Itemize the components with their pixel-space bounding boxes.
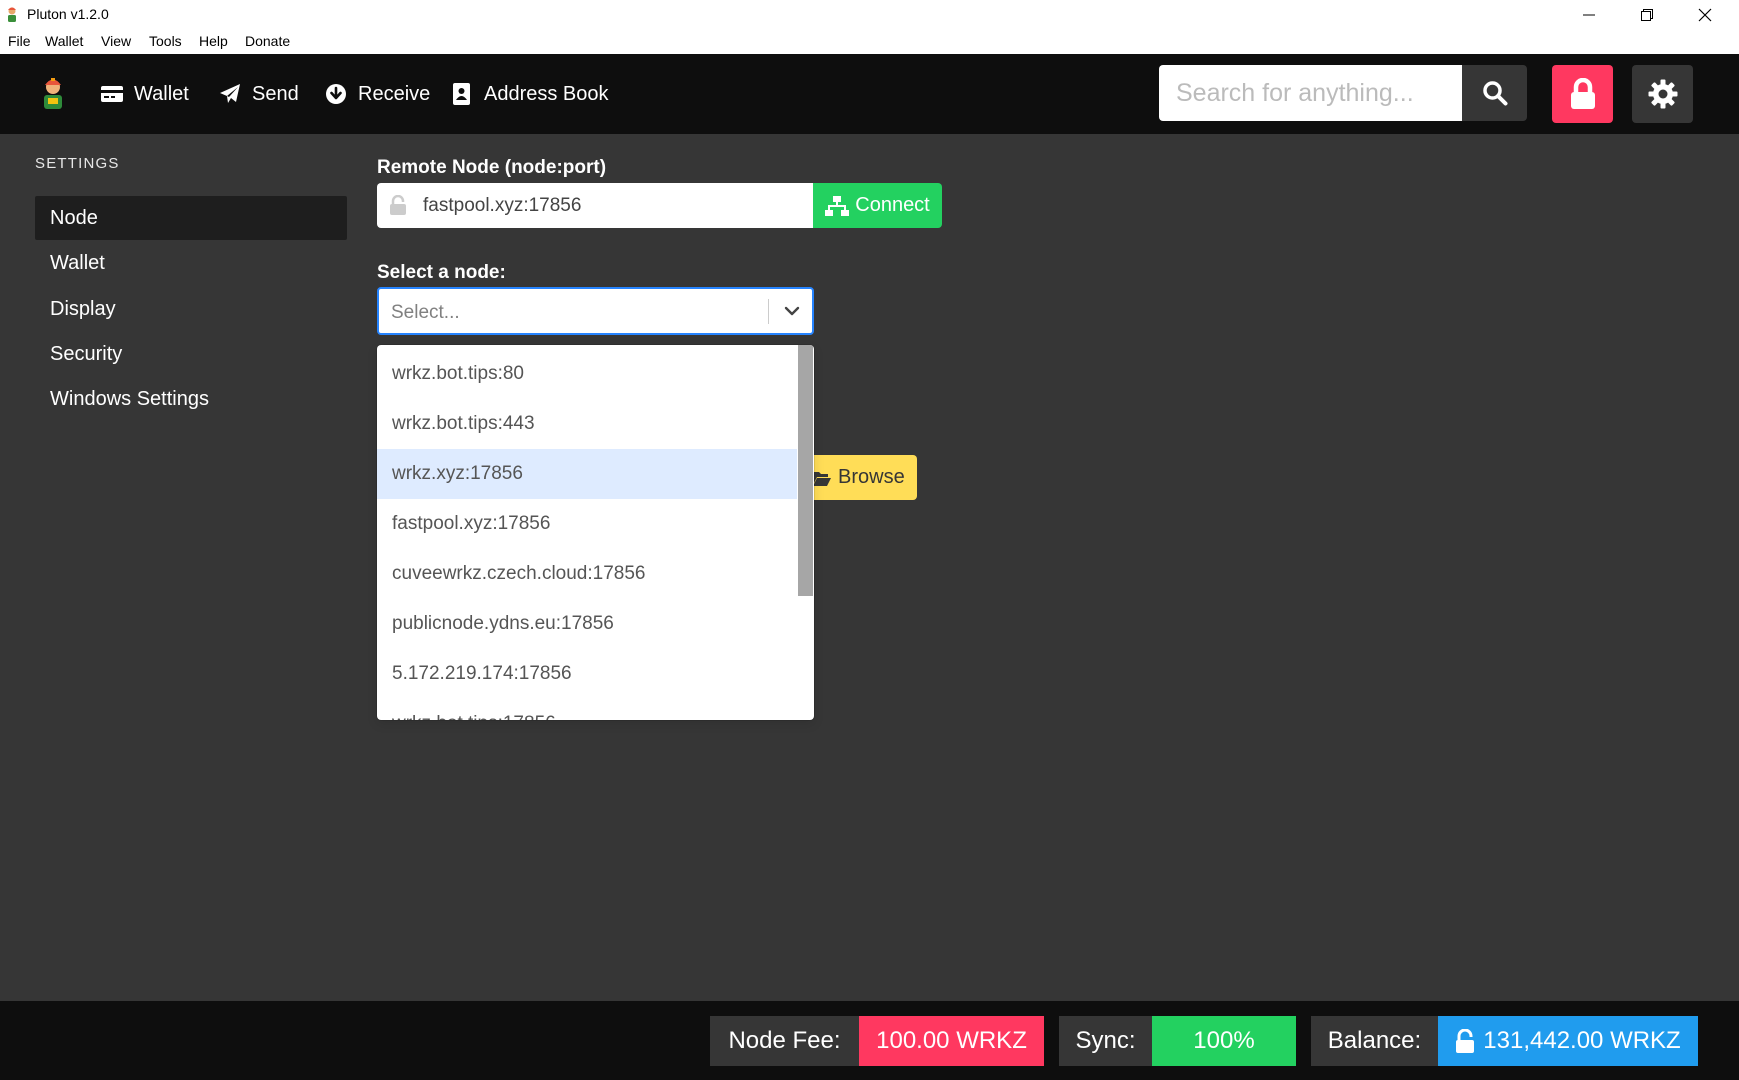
- browse-button[interactable]: Browse: [803, 455, 917, 500]
- connect-label: Connect: [855, 194, 930, 216]
- settings-button[interactable]: [1632, 65, 1693, 123]
- node-fee-value: 100.00 WRKZ: [859, 1016, 1044, 1066]
- select-node-label: Select a node:: [377, 262, 506, 283]
- sidebar-item-display[interactable]: Display: [35, 287, 347, 331]
- node-dropdown-menu: wrkz.bot.tips:80 wrkz.bot.tips:443 wrkz.…: [377, 345, 814, 720]
- sidebar-item-label: Wallet: [50, 251, 105, 274]
- unlock-icon: [390, 195, 406, 215]
- nav-receive-label: Receive: [358, 82, 431, 105]
- sidebar-item-label: Windows Settings: [50, 387, 209, 410]
- sidebar-item-wallet[interactable]: Wallet: [35, 241, 347, 285]
- title-bar: Pluton v1.2.0: [0, 0, 1739, 29]
- node-options-list: wrkz.bot.tips:80 wrkz.bot.tips:443 wrkz.…: [377, 349, 797, 720]
- nav-address-book[interactable]: Address Book: [451, 80, 609, 108]
- sidebar-item-label: Node: [50, 206, 98, 229]
- arrow-circle-down-icon: [326, 84, 346, 104]
- node-option[interactable]: wrkz.bot.tips:17856: [377, 699, 797, 720]
- sidebar-item-label: Display: [50, 297, 116, 320]
- address-book-icon: [453, 83, 470, 105]
- menu-wallet[interactable]: Wallet: [45, 33, 83, 49]
- nav-wallet[interactable]: Wallet: [101, 80, 189, 108]
- chevron-down-icon[interactable]: [782, 301, 802, 321]
- lock-wallet-button[interactable]: [1552, 65, 1613, 123]
- nav-receive[interactable]: Receive: [325, 80, 430, 108]
- app-icon: [8, 7, 16, 22]
- credit-card-icon: [101, 86, 123, 102]
- node-option[interactable]: publicnode.ydns.eu:17856: [377, 599, 797, 649]
- folder-open-icon: [813, 471, 831, 486]
- nav-send-label: Send: [252, 82, 299, 105]
- sidebar-item-security[interactable]: Security: [35, 332, 347, 376]
- node-option[interactable]: wrkz.xyz:17856: [377, 449, 797, 499]
- balance-label: Balance:: [1311, 1016, 1438, 1066]
- close-button[interactable]: [1676, 0, 1734, 29]
- select-placeholder: Select...: [391, 302, 460, 323]
- status-footer: Node Fee: 100.00 WRKZ Sync: 100% Balance…: [0, 1001, 1739, 1080]
- remote-node-input[interactable]: [423, 183, 803, 228]
- restore-icon: [1641, 8, 1653, 21]
- sync-value: 100%: [1152, 1016, 1296, 1066]
- search-button[interactable]: [1462, 65, 1527, 121]
- navbar: Wallet Send Receive Address Book: [0, 54, 1739, 134]
- nav-wallet-label: Wallet: [134, 82, 189, 105]
- restore-button[interactable]: [1618, 0, 1676, 29]
- node-option[interactable]: fastpool.xyz:17856: [377, 499, 797, 549]
- menu-file[interactable]: File: [8, 33, 31, 49]
- paper-plane-icon: [220, 84, 240, 103]
- browse-label: Browse: [838, 466, 905, 488]
- node-fee-label: Node Fee:: [710, 1016, 859, 1066]
- search-icon: [1482, 81, 1507, 106]
- menu-tools[interactable]: Tools: [149, 33, 182, 49]
- nav-send[interactable]: Send: [219, 80, 299, 108]
- sidebar-item-label: Security: [50, 342, 123, 365]
- unlock-icon: [1456, 1029, 1475, 1053]
- network-icon: [825, 195, 850, 216]
- balance-value: 131,442.00 WRKZ: [1438, 1016, 1698, 1066]
- node-select[interactable]: Select...: [377, 287, 814, 335]
- pluton-logo[interactable]: [38, 76, 68, 110]
- lock-icon: [1570, 78, 1595, 109]
- nav-address-book-label: Address Book: [484, 82, 609, 105]
- settings-heading: SETTINGS: [35, 155, 120, 172]
- sidebar-item-node[interactable]: Node: [35, 196, 347, 240]
- balance-amount: 131,442.00 WRKZ: [1483, 1027, 1681, 1054]
- node-option[interactable]: cuveewrkz.czech.cloud:17856: [377, 549, 797, 599]
- menu-help[interactable]: Help: [199, 33, 228, 49]
- node-option[interactable]: wrkz.bot.tips:80: [377, 349, 797, 399]
- menu-view[interactable]: View: [101, 33, 131, 49]
- minimize-button[interactable]: [1560, 0, 1618, 29]
- menu-donate[interactable]: Donate: [245, 33, 290, 49]
- gear-icon: [1648, 79, 1677, 109]
- node-option[interactable]: 5.172.219.174:17856: [377, 649, 797, 699]
- dropdown-scrollbar[interactable]: [798, 345, 813, 596]
- node-option[interactable]: wrkz.bot.tips:443: [377, 399, 797, 449]
- remote-node-label: Remote Node (node:port): [377, 157, 607, 178]
- close-icon: [1698, 8, 1712, 21]
- remote-node-field: [377, 183, 813, 228]
- sync-label: Sync:: [1059, 1016, 1152, 1066]
- connect-button[interactable]: Connect: [813, 183, 942, 228]
- search-input[interactable]: [1159, 65, 1462, 121]
- menu-bar: File Wallet View Tools Help Donate: [0, 29, 1739, 54]
- window-title: Pluton v1.2.0: [27, 6, 109, 22]
- minimize-icon: [1583, 14, 1595, 15]
- sidebar-item-windows-settings[interactable]: Windows Settings: [35, 377, 347, 421]
- select-separator: [768, 299, 769, 324]
